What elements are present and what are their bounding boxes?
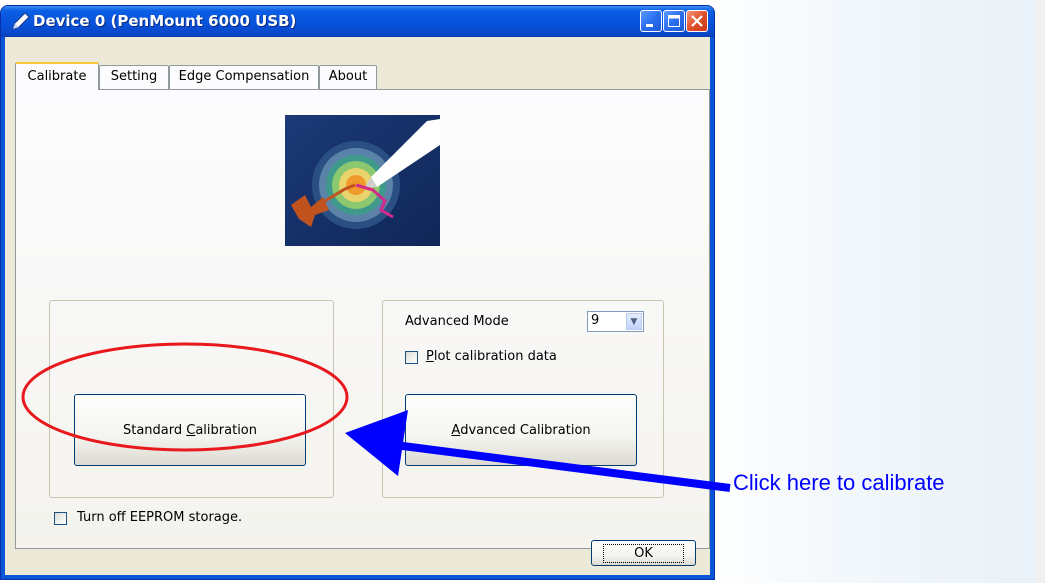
tab-calibrate[interactable]: Calibrate (15, 62, 99, 90)
annotation-text: Click here to calibrate (733, 470, 945, 495)
highlight-circle (21, 342, 349, 452)
arrow-head (345, 410, 408, 476)
arrow-shaft (394, 441, 731, 492)
